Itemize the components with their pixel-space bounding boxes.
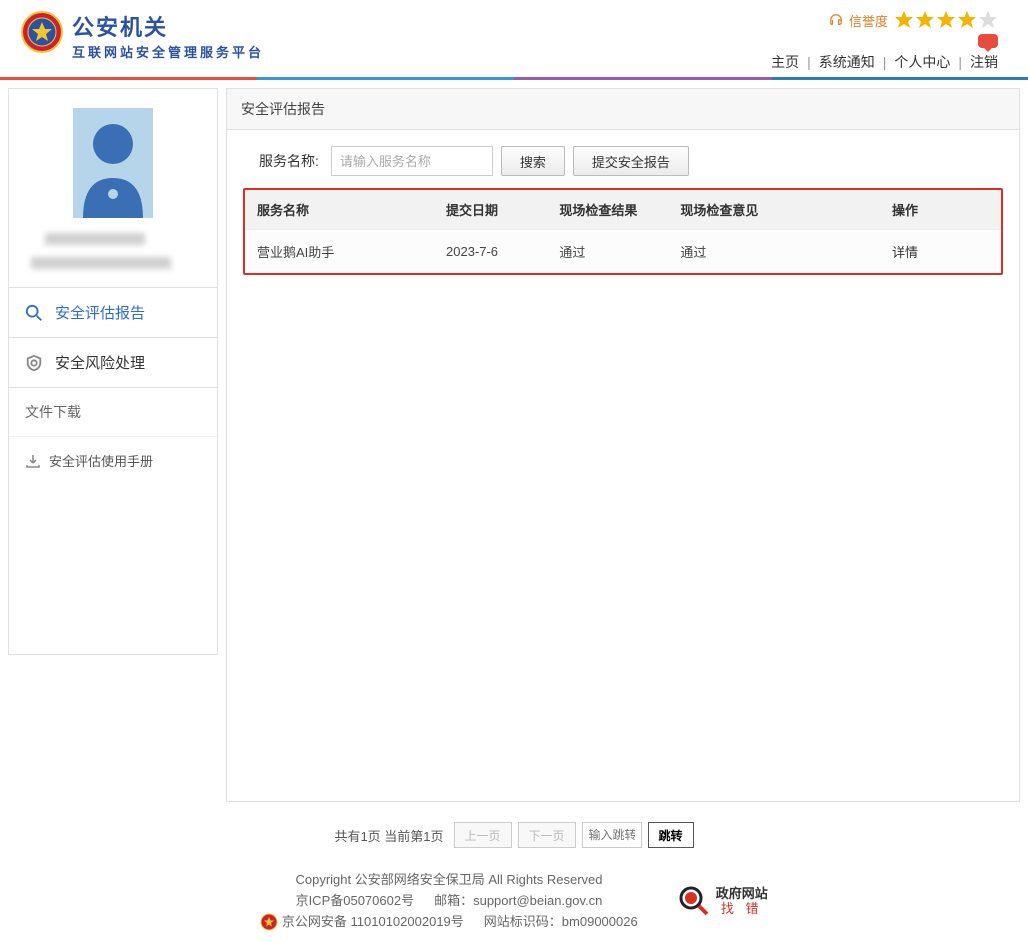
search-icon [25,304,43,322]
nav-home[interactable]: 主页 [771,52,799,72]
col-date: 提交日期 [434,190,547,230]
footer-email: 邮箱：support@beian.gov.cn [434,891,602,912]
gov-badge-text: 政府网站 找 错 [716,886,768,917]
cell-result: 通过 [547,230,668,274]
footer: Copyright 公安部网络安全保卫局 All Rights Reserved… [0,860,1028,942]
sidebar-menu: 安全评估报告 安全风险处理 [8,288,218,388]
prev-page-button[interactable]: 上一页 [454,822,512,848]
page-info: 共有1页 当前第1页 [334,826,443,845]
col-result: 现场检查结果 [547,190,668,230]
star-icon [978,10,998,30]
filter-label: 服务名称: [259,151,319,171]
header-right: 信誉度 主页 | 系统通知 | 个人中心 | 注销 [771,10,998,72]
cell-name: 营业鹅AI助手 [245,230,434,274]
page-jump-input[interactable] [582,822,642,848]
footer-site-id: 网站标识码：bm09000026 [484,912,638,933]
search-button[interactable]: 搜索 [501,146,565,176]
police-badge-icon [260,913,278,931]
download-item-label: 安全评估使用手册 [49,451,153,470]
table-row: 营业鹅AI助手 2023-7-6 通过 通过 详情 [245,230,1001,274]
download-header: 文件下载 [9,388,217,437]
service-name-input[interactable] [331,146,493,176]
report-table: 服务名称 提交日期 现场检查结果 现场检查意见 操作 营业鹅AI助手 2023-… [245,190,1001,273]
pagination: 共有1页 当前第1页 上一页 下一页 跳转 [0,810,1028,860]
reputation-block: 信誉度 [771,10,998,30]
star-rating [894,10,998,30]
star-icon [894,10,914,30]
col-opinion: 现场检查意见 [668,190,880,230]
sidebar-item-label: 安全风险处理 [55,352,145,373]
sidebar: 安全评估报告 安全风险处理 文件下载 安全评估使用手册 [8,88,218,802]
col-action: 操作 [880,190,1001,230]
sidebar-item-risk[interactable]: 安全风险处理 [9,338,217,387]
notification-bubble-icon[interactable] [978,34,998,48]
nav-separator: | [958,54,962,70]
nav-notice[interactable]: 系统通知 [819,52,875,72]
footer-icp: 京ICP备05070602号 [296,891,415,912]
avatar-box [8,88,218,288]
site-main-title: 公安机关 [72,10,264,42]
nav-separator: | [883,54,887,70]
cell-opinion: 通过 [668,230,880,274]
download-icon [25,453,41,469]
cell-date: 2023-7-6 [434,230,547,274]
page-jump-button[interactable]: 跳转 [648,822,694,848]
footer-text: Copyright 公安部网络安全保卫局 All Rights Reserved… [260,870,637,932]
header: 公安机关 互联网站安全管理服务平台 信誉度 主页 | 系统通知 | 个人中心 |… [0,0,1028,80]
next-page-button[interactable]: 下一页 [518,822,576,848]
footer-copyright: Copyright 公安部网络安全保卫局 All Rights Reserved [260,870,637,891]
star-icon [915,10,935,30]
details-link[interactable]: 详情 [892,245,918,260]
download-box: 文件下载 安全评估使用手册 [8,388,218,655]
magnifier-icon [678,885,710,917]
sidebar-item-label: 安全评估报告 [55,302,145,323]
nav-logout[interactable]: 注销 [970,52,998,72]
star-icon [936,10,956,30]
star-icon [957,10,977,30]
top-nav: 主页 | 系统通知 | 个人中心 | 注销 [771,52,998,72]
gov-error-badge[interactable]: 政府网站 找 错 [678,885,768,917]
sidebar-item-report[interactable]: 安全评估报告 [9,288,217,338]
nav-profile[interactable]: 个人中心 [894,52,950,72]
panel-body: 服务名称: 搜索 提交安全报告 服务名称 提交日期 现场检查结果 现场检查意见 … [227,130,1019,291]
headset-icon [829,13,843,27]
panel-title: 安全评估报告 [227,89,1019,130]
table-header-row: 服务名称 提交日期 现场检查结果 现场检查意见 操作 [245,190,1001,230]
data-table-highlight: 服务名称 提交日期 现场检查结果 现场检查意见 操作 营业鹅AI助手 2023-… [243,188,1003,275]
col-name: 服务名称 [245,190,434,230]
download-item-manual[interactable]: 安全评估使用手册 [9,437,217,484]
filter-row: 服务名称: 搜索 提交安全报告 [243,146,1003,176]
police-badge-icon [20,10,64,54]
footer-beian: 京公网安备 11010102002019号 [260,912,464,933]
main-container: 安全评估报告 安全风险处理 文件下载 安全评估使用手册 安全评估报告 服务名称:… [0,80,1028,810]
shield-icon [25,354,43,372]
main-panel: 安全评估报告 服务名称: 搜索 提交安全报告 服务名称 提交日期 现场检查结果 … [226,88,1020,802]
submit-report-button[interactable]: 提交安全报告 [573,146,689,176]
reputation-label: 信誉度 [849,11,888,30]
site-sub-title: 互联网站安全管理服务平台 [72,42,264,61]
nav-separator: | [807,54,811,70]
